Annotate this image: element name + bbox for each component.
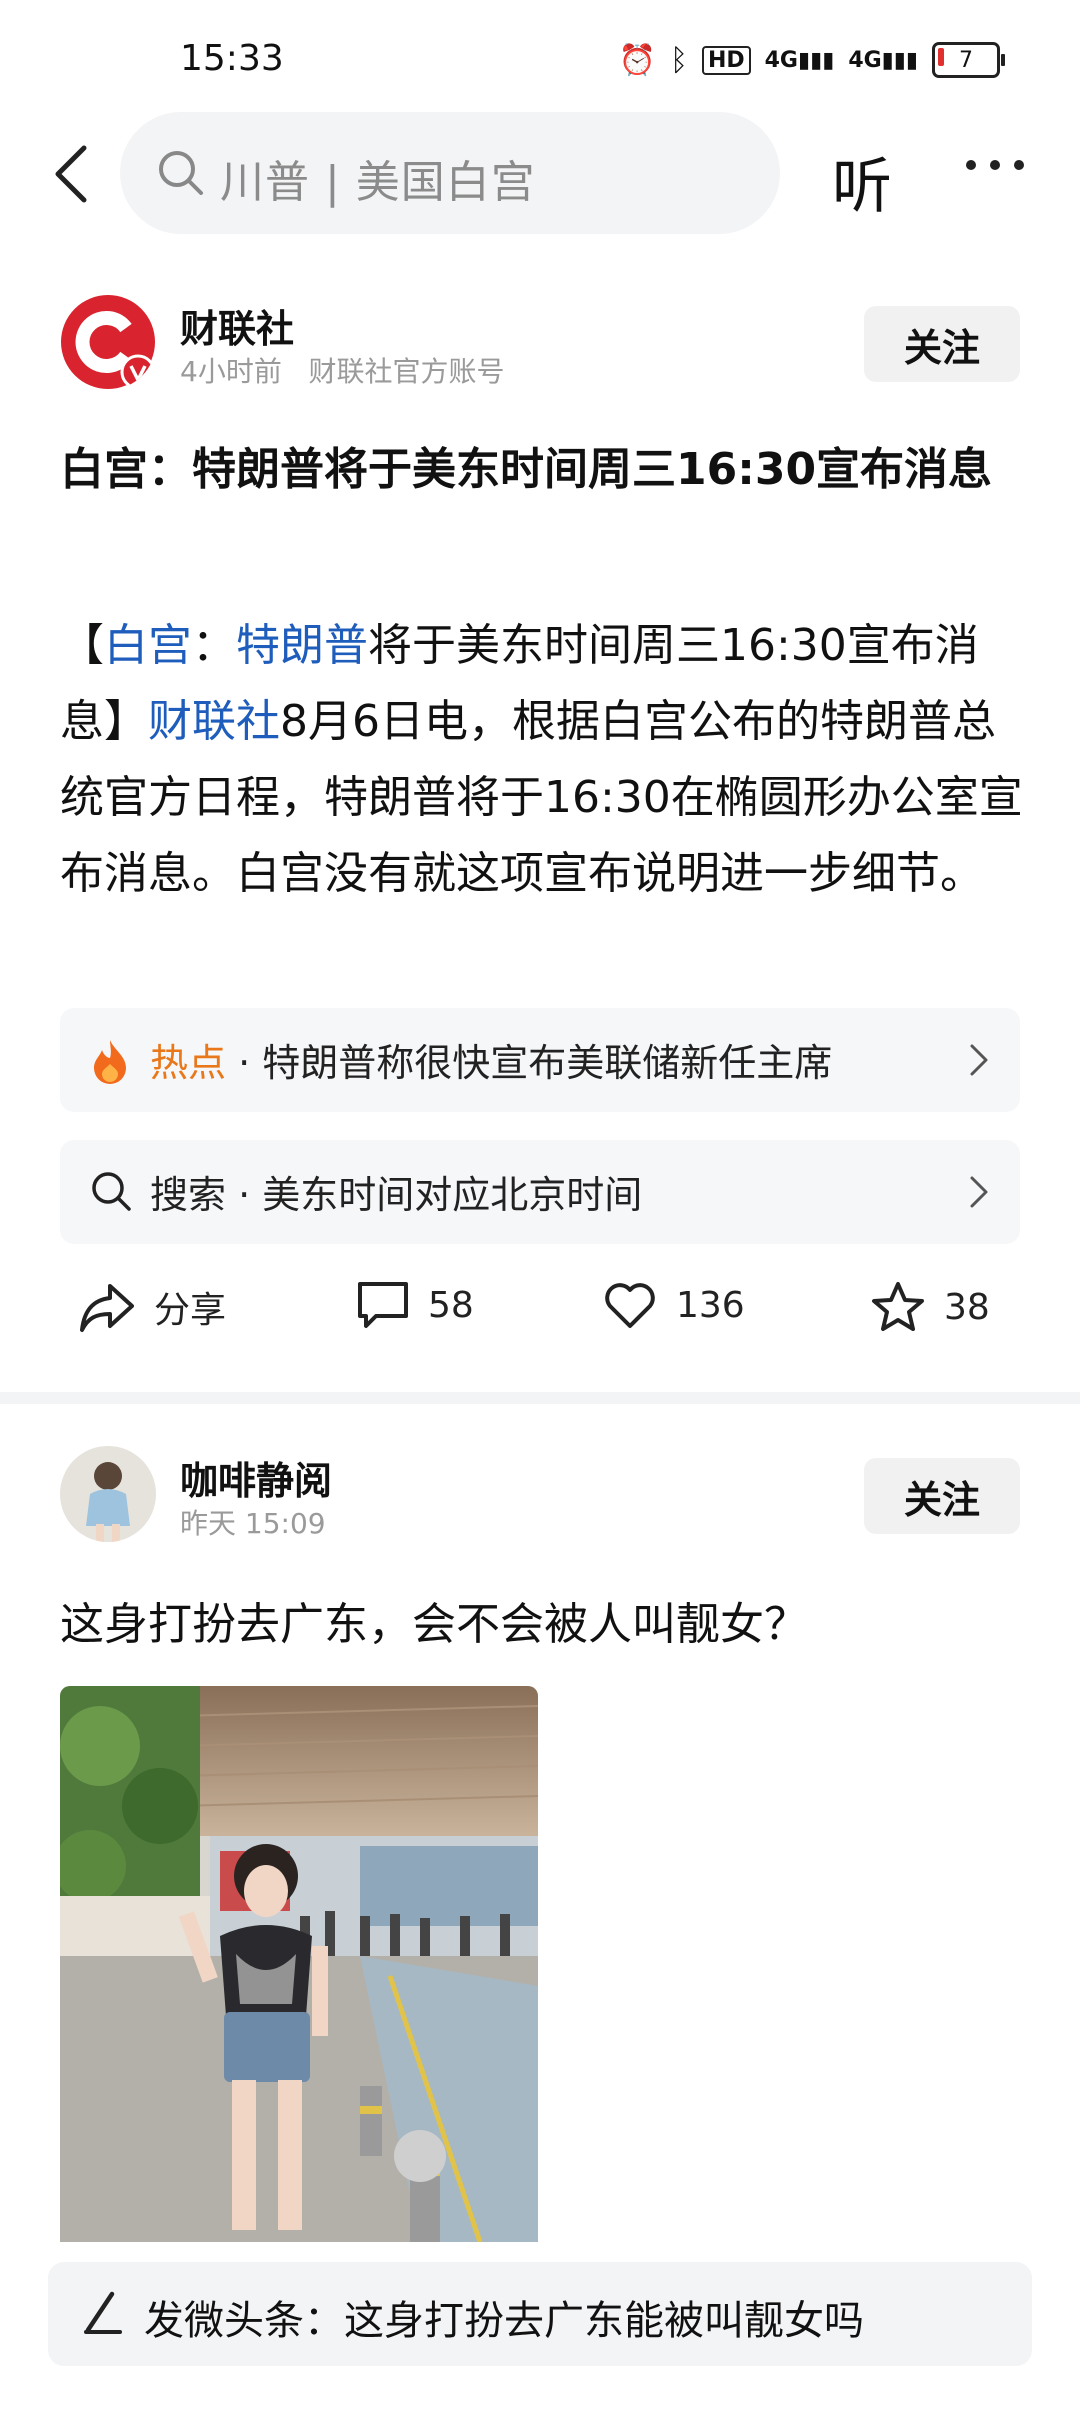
chevron-right-icon [970, 1044, 988, 1076]
flame-icon [94, 1040, 126, 1084]
favorite-button[interactable]: 38 [870, 1280, 990, 1334]
more-button[interactable] [966, 160, 1024, 170]
topic-link-cailianshe[interactable]: 财联社 [148, 696, 280, 747]
chevron-left-icon [55, 145, 87, 203]
status-icons: ⏰ ᛒ HD 4G▮▮▮ 4G▮▮▮ 7 [618, 38, 1005, 82]
search-text: · 美东时间对应北京时间 [238, 1173, 643, 1217]
post-title[interactable]: 这身打扮去广东，会不会被人叫靓女？ [60, 1588, 808, 1652]
search-placeholder: 川普 | 美国白宫 [220, 157, 536, 208]
topic-link-white-house[interactable]: 白宫 [104, 620, 192, 671]
post-body[interactable]: 【白宫：特朗普将于美东时间周三16:30宣布消息】财联社8月6日电，根据白宫公布… [60, 608, 1030, 912]
hot-text: · 特朗普称很快宣布美联储新任主席 [238, 1041, 833, 1085]
share-button[interactable]: 分享 [78, 1280, 226, 1334]
cailianshe-logo-icon [61, 295, 156, 390]
comment-count: 58 [428, 1284, 474, 1326]
more-dot [1014, 160, 1024, 170]
pen-icon [84, 2291, 122, 2334]
post-time: 昨天 15:09 [180, 1507, 326, 1540]
like-button[interactable]: 136 [602, 1280, 745, 1330]
signal-4g-icon: 4G▮▮▮ [764, 47, 835, 73]
avatar[interactable] [60, 1446, 156, 1542]
battery-level: 7 [959, 47, 973, 73]
bracket-open: 【 [60, 620, 104, 671]
post-meta: 4小时前 财联社官方账号 [180, 350, 505, 390]
account-type: 财联社官方账号 [308, 355, 505, 388]
more-dot [966, 160, 976, 170]
search-suggestion-card[interactable]: 搜索 · 美东时间对应北京时间 [60, 1140, 1020, 1244]
avatar[interactable] [60, 294, 156, 390]
share-label: 分享 [154, 1290, 227, 1331]
follow-button[interactable]: 关注 [864, 1458, 1020, 1534]
compose-bar[interactable]: 发微头条：这身打扮去广东能被叫靓女吗 [48, 2262, 1032, 2366]
search-label: 搜索 · 美东时间对应北京时间 [150, 1164, 642, 1219]
more-dot [990, 160, 1000, 170]
nav-bar: 川普 | 美国白宫 听 [0, 112, 1080, 236]
follow-button[interactable]: 关注 [864, 306, 1020, 382]
battery-icon: 7 [932, 42, 1005, 78]
favorite-count: 38 [944, 1286, 990, 1328]
status-bar: 15:33 ⏰ ᛒ HD 4G▮▮▮ 4G▮▮▮ 7 [0, 0, 1080, 120]
listen-button[interactable]: 听 [832, 138, 892, 225]
hot-topic-card[interactable]: 热点 · 特朗普称很快宣布美联储新任主席 [60, 1008, 1020, 1112]
separator: ： [192, 620, 236, 671]
share-icon [80, 1284, 134, 1332]
street-photo-image [60, 1686, 538, 2242]
author-name[interactable]: 财联社 [180, 298, 294, 353]
post1-header: 财联社 4小时前 财联社官方账号 关注 [60, 294, 1020, 394]
status-time: 15:33 [180, 38, 284, 79]
back-button[interactable] [48, 142, 96, 206]
chevron-right-icon [970, 1176, 988, 1208]
comment-button[interactable]: 58 [356, 1280, 474, 1330]
star-icon [872, 1282, 924, 1331]
search-input[interactable]: 川普 | 美国白宫 [120, 112, 780, 234]
post-time: 4小时前 [180, 355, 282, 388]
post-title[interactable]: 白宫：特朗普将于美东时间周三16:30宣布消息 [60, 432, 1020, 508]
search-icon [159, 151, 203, 195]
author-name[interactable]: 咖啡静阅 [180, 1450, 332, 1505]
comment-icon [358, 1282, 408, 1328]
post2-header: 咖啡静阅 昨天 15:09 关注 [60, 1446, 1020, 1546]
signal-4g-icon-2: 4G▮▮▮ [848, 47, 918, 73]
hot-label: 热点 · 特朗普称很快宣布美联储新任主席 [150, 1032, 832, 1087]
bluetooth-icon: ᛒ [669, 42, 688, 78]
divider [0, 1392, 1080, 1404]
topic-link-trump[interactable]: 特朗普 [236, 620, 368, 671]
alarm-icon: ⏰ [618, 42, 656, 78]
post-photo[interactable] [60, 1686, 538, 2242]
search-tag: 搜索 [150, 1173, 227, 1217]
user-avatar-photo [60, 1446, 156, 1542]
search-icon [92, 1172, 131, 1211]
like-count: 136 [676, 1284, 745, 1326]
post-actions: 分享 58 136 38 [0, 1266, 1080, 1356]
hot-tag: 热点 [150, 1041, 227, 1085]
hd-icon: HD [701, 45, 751, 75]
compose-text: 发微头条：这身打扮去广东能被叫靓女吗 [144, 2298, 864, 2344]
heart-icon [605, 1283, 655, 1328]
